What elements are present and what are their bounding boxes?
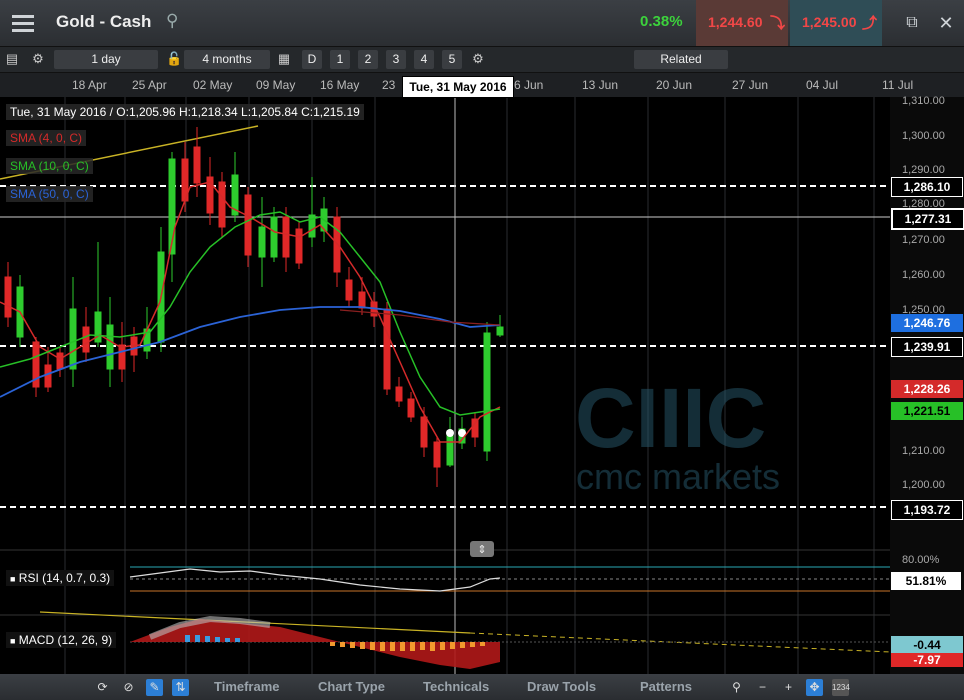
date-tick: 02 May [193, 78, 233, 92]
zoom-icon[interactable]: ⚲ [728, 679, 745, 696]
bid-label: 1,246.76 [891, 314, 963, 332]
date-tick: 25 Apr [132, 78, 167, 92]
date-tick: 04 Jul [806, 78, 839, 92]
gear-icon[interactable]: ⚙ [30, 51, 46, 67]
price-tick: 1,300.00 [902, 130, 945, 142]
change-percent: 0.38% [640, 13, 683, 30]
sell-price: 1,244.60 [708, 14, 763, 30]
price-tick: 1,310.00 [902, 95, 945, 107]
calendar-icon[interactable]: ▦ [276, 51, 292, 67]
date-tick: 09 May [256, 78, 296, 92]
svg-text:⇕: ⇕ [477, 544, 486, 556]
close-icon[interactable]: ■ [10, 636, 15, 646]
tab-draw-tools[interactable]: Draw Tools [527, 679, 596, 694]
macd-value: -0.44 [891, 636, 963, 654]
up-arrow-icon: ⤴ [862, 15, 878, 32]
legend-sma50[interactable]: SMA (50, 0, C) [6, 186, 93, 202]
instrument-title: Gold - Cash [56, 12, 152, 31]
menu-icon[interactable] [8, 8, 38, 38]
price-tick: 1,200.00 [902, 479, 945, 491]
rsi-label[interactable]: ■ RSI (14, 0.7, 0.3) [6, 570, 115, 586]
related-button[interactable]: Related [634, 50, 728, 69]
interval-select[interactable]: 1 day [54, 50, 158, 69]
macd-label[interactable]: ■ MACD (12, 26, 9) [6, 632, 117, 648]
sma4-label: 1,228.26 [891, 380, 963, 398]
zoom-in-icon[interactable]: + [780, 679, 797, 696]
date-tick: 20 Jun [656, 78, 693, 92]
list-icon[interactable]: ▤ [4, 51, 20, 67]
down-arrow-icon: ⤵ [770, 15, 786, 32]
rsi-level-tick: 80.00% [902, 554, 940, 566]
price-tick: 1,210.00 [902, 445, 945, 457]
level-label: 1,286.10 [891, 177, 963, 197]
lock-icon[interactable]: 🔓 [166, 51, 182, 67]
zoom-out-icon[interactable]: − [754, 679, 771, 696]
price-tick: 1,260.00 [902, 269, 945, 281]
period-1[interactable]: 1 [330, 50, 350, 69]
tab-patterns[interactable]: Patterns [640, 679, 692, 694]
hide-icon[interactable]: ⊘ [120, 679, 137, 696]
close-icon[interactable]: ✕ [932, 9, 960, 37]
pencil-icon[interactable]: ✎ [146, 679, 163, 696]
numeric-icon[interactable]: 1234 [832, 679, 850, 696]
level-label: 1,277.31 [891, 208, 964, 230]
period-4[interactable]: 4 [414, 50, 434, 69]
legend-sma4[interactable]: SMA (4, 0, C) [6, 130, 87, 146]
date-tick: 23 [382, 78, 396, 92]
period-2[interactable]: 2 [358, 50, 378, 69]
date-tick: 18 Apr [72, 78, 107, 92]
ohlc-readout: Tue, 31 May 2016 / O:1,205.96 H:1,218.34… [6, 104, 364, 120]
close-icon[interactable]: ■ [10, 574, 15, 584]
cursor-date-label: Tue, 31 May 2016 [402, 76, 514, 98]
sma10-label: 1,221.51 [891, 402, 963, 420]
search-icon[interactable]: ⚲ [166, 11, 178, 31]
tab-chart-type[interactable]: Chart Type [318, 679, 385, 694]
period-3[interactable]: 3 [386, 50, 406, 69]
price-tick: 1,290.00 [902, 164, 945, 176]
date-tick: 6 Jun [514, 78, 544, 92]
legend-sma10[interactable]: SMA (10, 0, C) [6, 158, 93, 174]
date-tick: 27 Jun [732, 78, 769, 92]
scroll-icon[interactable]: ⇅ [172, 679, 189, 696]
date-tick: 13 Jun [582, 78, 619, 92]
range-select[interactable]: 4 months [184, 50, 270, 69]
candles [4, 127, 504, 487]
settings-gear-icon[interactable]: ⚙ [470, 51, 486, 67]
macd-signal-value: -7.97 [891, 653, 963, 667]
tab-technicals[interactable]: Technicals [423, 679, 489, 694]
date-tick: 11 Jul [882, 78, 914, 92]
price-tick: 1,270.00 [902, 234, 945, 246]
watermark-text: cmc markets [576, 456, 780, 497]
crosshair-icon[interactable]: ✥ [806, 679, 823, 696]
refresh-icon[interactable]: ⟳ [94, 679, 111, 696]
popout-icon[interactable]: ⧉ [898, 9, 926, 37]
price-chart[interactable]: CIIIC cmc markets ⇕ [0, 97, 964, 674]
level-label: 1,193.72 [891, 500, 963, 520]
rsi-value: 51.81% [891, 572, 961, 590]
date-tick: 16 May [320, 78, 360, 92]
buy-price: 1,245.00 [802, 14, 857, 30]
period-5[interactable]: 5 [442, 50, 462, 69]
period-d[interactable]: D [302, 50, 322, 69]
watermark-logo: CIIIC [575, 371, 766, 465]
level-label: 1,239.91 [891, 337, 963, 357]
tab-timeframe[interactable]: Timeframe [214, 679, 280, 694]
